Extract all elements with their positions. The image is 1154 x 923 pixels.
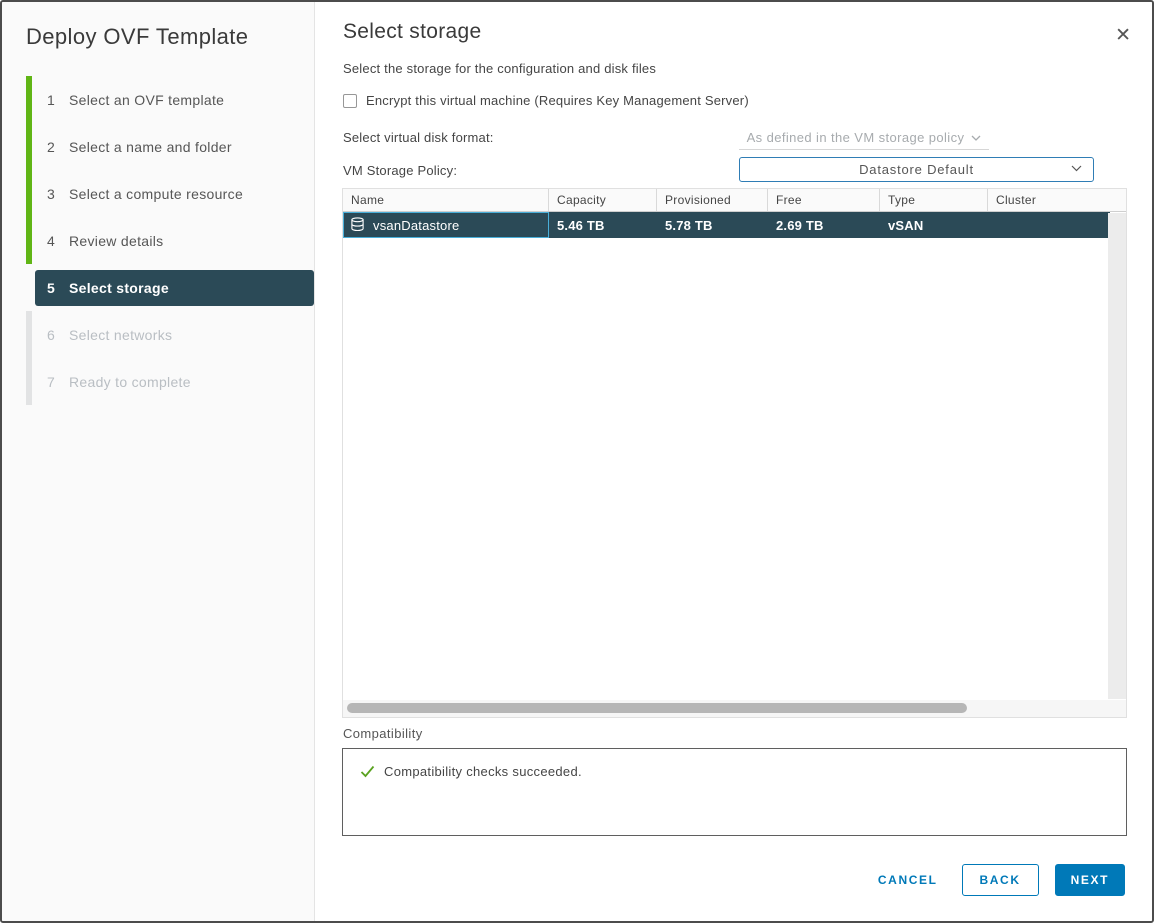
datastore-free: 2.69 TB: [776, 217, 824, 233]
datastore-grid-header: Name Capacity Provisioned Free Type Clus…: [343, 189, 1126, 212]
storage-policy-value: Datastore Default: [859, 162, 974, 177]
step-number: 1: [47, 91, 56, 108]
step-label: Review details: [69, 232, 164, 249]
compatibility-box: Compatibility checks succeeded.: [342, 748, 1127, 836]
encrypt-vm-checkbox[interactable]: [343, 93, 357, 108]
step-label: Select storage: [69, 279, 169, 296]
column-header-type[interactable]: Type: [880, 189, 988, 211]
datastore-grid: Name Capacity Provisioned Free Type Clus…: [342, 188, 1127, 718]
wizard-title: Deploy OVF Template: [26, 24, 249, 49]
step-progress-bar: [26, 170, 32, 217]
step-progress-bar: [26, 217, 32, 264]
chevron-down-icon: [971, 135, 981, 141]
datastore-icon: [350, 217, 365, 233]
datastore-capacity: 5.46 TB: [557, 217, 605, 233]
disk-format-select: As defined in the VM storage policy: [739, 126, 989, 150]
vertical-scrollbar[interactable]: [1108, 213, 1126, 699]
column-header-cluster[interactable]: Cluster: [988, 189, 1126, 211]
step-ready-to-complete[interactable]: 7 Ready to complete: [26, 358, 314, 405]
step-progress-bar: [26, 264, 32, 311]
step-select-name-folder[interactable]: 2 Select a name and folder: [26, 123, 314, 170]
step-label: Select a name and folder: [69, 138, 232, 155]
column-header-capacity[interactable]: Capacity: [549, 189, 657, 211]
page-subtitle: Select the storage for the configuration…: [343, 61, 657, 76]
column-header-free[interactable]: Free: [768, 189, 880, 211]
success-check-icon: [360, 765, 375, 778]
column-header-name[interactable]: Name: [343, 189, 549, 211]
wizard-steps: 1 Select an OVF template 2 Select a name…: [26, 76, 314, 405]
step-select-storage[interactable]: 5 Select storage: [26, 264, 314, 311]
encrypt-vm-row: Encrypt this virtual machine (Requires K…: [343, 93, 749, 108]
step-progress-bar: [26, 76, 32, 123]
step-number: 2: [47, 138, 56, 155]
disk-format-value: As defined in the VM storage policy: [746, 130, 965, 145]
storage-policy-label: VM Storage Policy:: [343, 163, 458, 178]
datastore-provisioned: 5.78 TB: [665, 217, 713, 233]
step-select-networks[interactable]: 6 Select networks: [26, 311, 314, 358]
close-icon[interactable]: ✕: [1115, 26, 1131, 45]
step-number: 7: [47, 373, 56, 390]
storage-policy-select[interactable]: Datastore Default: [739, 157, 1094, 182]
step-progress-bar: [26, 311, 32, 358]
back-button[interactable]: BACK: [961, 864, 1039, 896]
page-title: Select storage: [343, 20, 482, 43]
wizard-content: Select storage ✕ Select the storage for …: [315, 2, 1152, 921]
step-progress-bar: [26, 123, 32, 170]
step-number: 3: [47, 185, 56, 202]
step-number: 6: [47, 326, 56, 343]
disk-format-label: Select virtual disk format:: [343, 130, 494, 145]
step-number: 4: [47, 232, 56, 249]
next-button[interactable]: NEXT: [1054, 864, 1125, 896]
compatibility-message: Compatibility checks succeeded.: [384, 764, 582, 779]
datastore-type: vSAN: [888, 217, 924, 233]
step-label: Select an OVF template: [69, 91, 225, 108]
step-select-compute-resource[interactable]: 3 Select a compute resource: [26, 170, 314, 217]
encrypt-vm-label: Encrypt this virtual machine (Requires K…: [366, 93, 749, 108]
datastore-name: vsanDatastore: [373, 217, 460, 233]
horizontal-scrollbar[interactable]: [343, 700, 1126, 717]
step-label: Select a compute resource: [69, 185, 244, 202]
horizontal-scrollbar-thumb[interactable]: [347, 703, 967, 713]
compatibility-label: Compatibility: [343, 726, 423, 741]
datastore-cluster: [988, 212, 1110, 238]
step-select-ovf-template[interactable]: 1 Select an OVF template: [26, 76, 314, 123]
cancel-button[interactable]: CANCEL: [878, 873, 938, 887]
step-review-details[interactable]: 4 Review details: [26, 217, 314, 264]
footer-actions: CANCEL BACK NEXT: [878, 864, 1125, 896]
step-label: Select networks: [69, 326, 173, 343]
column-header-provisioned[interactable]: Provisioned: [657, 189, 768, 211]
step-number: 5: [47, 279, 56, 296]
deploy-ovf-template-dialog: Deploy OVF Template 1 Select an OVF temp…: [0, 0, 1154, 923]
table-row-vsandatastore[interactable]: vsanDatastore 5.46 TB 5.78 TB 2.69 TB vS…: [343, 212, 1110, 238]
wizard-sidebar: Deploy OVF Template 1 Select an OVF temp…: [2, 2, 315, 921]
step-label: Ready to complete: [69, 373, 191, 390]
chevron-down-icon: [1071, 165, 1082, 172]
step-progress-bar: [26, 358, 32, 405]
